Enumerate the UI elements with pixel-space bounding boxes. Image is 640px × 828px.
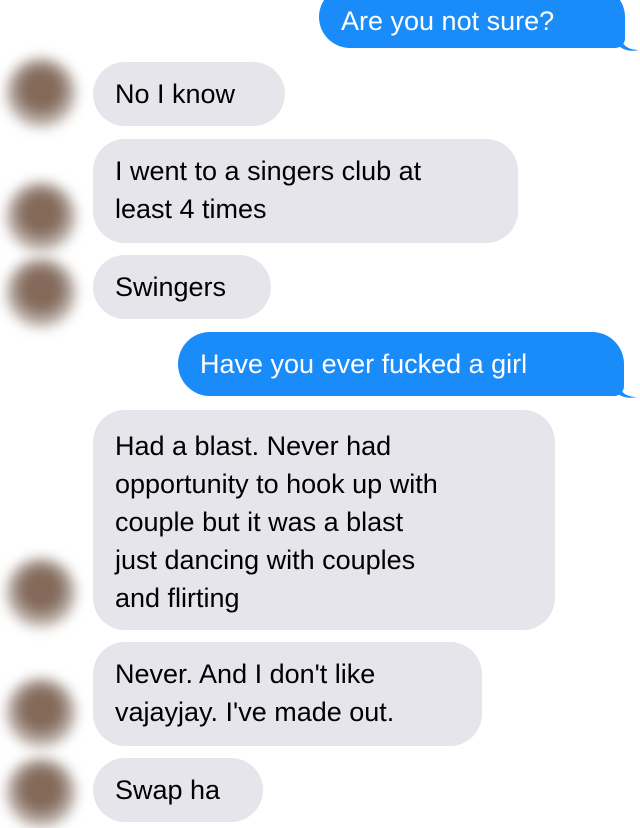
- contact-avatar: [6, 182, 76, 252]
- bubble-tail-icon: [617, 381, 637, 398]
- outgoing-message[interactable]: Have you ever fucked a girl: [178, 332, 624, 396]
- contact-avatar: [6, 58, 76, 128]
- incoming-message[interactable]: I went to a singers club at least 4 time…: [93, 139, 518, 243]
- contact-avatar: [6, 258, 76, 328]
- contact-avatar: [6, 758, 76, 828]
- incoming-message[interactable]: Never. And I don't like vajayjay. I've m…: [93, 642, 482, 746]
- contact-avatar: [6, 678, 76, 748]
- contact-avatar: [6, 558, 76, 628]
- bubble-tail-icon: [619, 34, 639, 51]
- incoming-message[interactable]: Had a blast. Never had opportunity to ho…: [93, 410, 555, 630]
- incoming-message[interactable]: Swap ha: [93, 758, 263, 822]
- message-thread: Are you not sure? No I know I went to a …: [0, 0, 640, 828]
- incoming-message[interactable]: No I know: [93, 62, 285, 126]
- outgoing-message[interactable]: Are you not sure?: [319, 0, 625, 48]
- incoming-message[interactable]: Swingers: [93, 255, 271, 319]
